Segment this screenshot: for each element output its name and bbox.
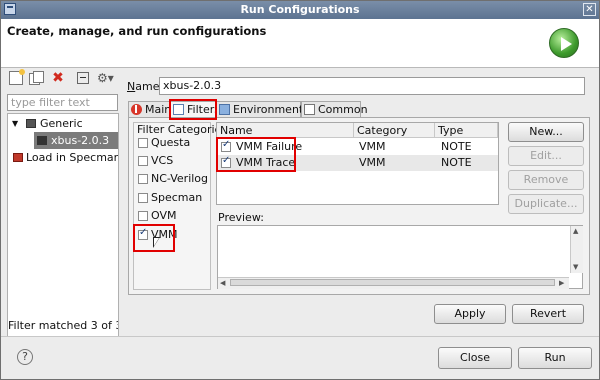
scroll-left-icon[interactable]: ◀ [220,279,225,287]
config-icon [37,136,47,145]
dialog-header: Create, manage, and run configurations [1,19,599,68]
tab-common[interactable]: Common [301,101,368,118]
tree-item-load-in-specman[interactable]: Load in Specman [8,149,118,166]
new-filter-button[interactable]: New... [508,122,584,142]
scroll-right-icon[interactable]: ▶ [559,279,564,287]
column-header-category[interactable]: Category [354,123,435,138]
horizontal-scroll-thumb[interactable] [230,279,555,286]
environment-tab-icon [219,104,230,115]
tab-label: Common [318,103,368,116]
configuration-tree[interactable]: ▼ Generic xbus-2.0.3 Load in Specman Fil… [7,113,119,337]
table-row[interactable]: VMM Trace VMM NOTE [217,155,498,171]
main-tab-icon [131,104,142,115]
collapse-all-icon[interactable] [77,72,89,84]
vmm-checkbox[interactable] [138,227,148,240]
window-title: Run Configurations [240,3,360,16]
nc-verilog-checkbox[interactable] [138,174,148,184]
close-button[interactable]: Close [438,347,512,369]
name-field[interactable]: xbus-2.0.3 [159,77,585,95]
run-configurations-dialog: Run Configurations ✕ Create, manage, and… [0,0,600,380]
tree-item-label: Load in Specman [26,151,119,164]
tree-item-xbus[interactable]: xbus-2.0.3 [34,132,118,149]
filter-categories-title: Filter Categories [137,123,228,136]
common-tab-icon [304,104,315,115]
expand-arrow-icon[interactable]: ▼ [12,115,18,132]
scroll-down-icon[interactable]: ▼ [573,263,578,271]
category-label: NC-Verilog [151,172,209,185]
category-label: VCS [151,154,174,167]
scroll-up-icon[interactable]: ▲ [573,227,578,235]
column-header-type[interactable]: Type [435,123,498,138]
preview-vertical-scrollbar[interactable]: ▲ ▼ [570,226,583,273]
column-header-name[interactable]: Name [217,123,354,138]
name-label: Name: [127,80,164,93]
title-bar: Run Configurations ✕ [1,1,599,19]
help-icon[interactable]: ? [17,349,33,365]
row-checkbox[interactable] [221,139,231,152]
questa-checkbox[interactable] [138,138,148,148]
filter-input[interactable] [7,94,118,111]
filter-type: NOTE [441,140,472,153]
category-label: Specman [151,191,203,204]
new-configuration-icon[interactable] [9,69,25,85]
filter-menu-icon[interactable]: ⚙▾ [97,71,114,85]
preview-label: Preview: [218,211,264,224]
duplicate-filter-button[interactable]: Duplicate... [508,194,584,214]
tree-item-label: xbus-2.0.3 [51,134,110,147]
ovm-checkbox[interactable] [138,211,148,221]
tab-environment[interactable]: Environment [216,101,304,118]
duplicate-configuration-icon[interactable] [29,71,44,85]
run-banner-icon [549,28,579,58]
revert-button[interactable]: Revert [512,304,584,324]
tab-main[interactable]: Main [128,101,172,118]
mouse-pointer-icon [153,237,160,248]
tree-item-label: Generic [40,117,83,130]
apply-button[interactable]: Apply [434,304,506,324]
tree-item-generic[interactable]: ▼ Generic [8,115,118,132]
tab-label: Environment [233,103,304,116]
run-button[interactable]: Run [518,347,592,369]
tab-label: Main [145,103,172,116]
filter-category: VMM [359,140,386,153]
delete-configuration-icon[interactable]: ✖ [51,71,65,85]
remove-filter-button[interactable]: Remove [508,170,584,190]
vcs-checkbox[interactable] [138,156,148,166]
tab-filters[interactable]: Filters [170,101,220,118]
dialog-heading: Create, manage, and run configurations [7,24,267,38]
filter-status: Filter matched 3 of 3 ite [8,319,118,332]
footer-separator [1,336,599,337]
row-checkbox[interactable] [221,155,231,168]
filters-tab-icon [173,104,184,115]
edit-filter-button[interactable]: Edit... [508,146,584,166]
filter-category: VMM [359,156,386,169]
specman-checkbox[interactable] [138,193,148,203]
table-row[interactable]: VMM Failure VMM NOTE [217,139,498,155]
filter-type: NOTE [441,156,472,169]
filter-name: VMM Trace [236,156,296,169]
filter-name: VMM Failure [236,140,303,153]
category-label: Questa [151,136,191,149]
specman-config-icon [13,153,23,162]
generic-config-icon [26,119,36,128]
close-window-icon[interactable]: ✕ [583,3,596,16]
category-label: OVM [151,209,177,222]
